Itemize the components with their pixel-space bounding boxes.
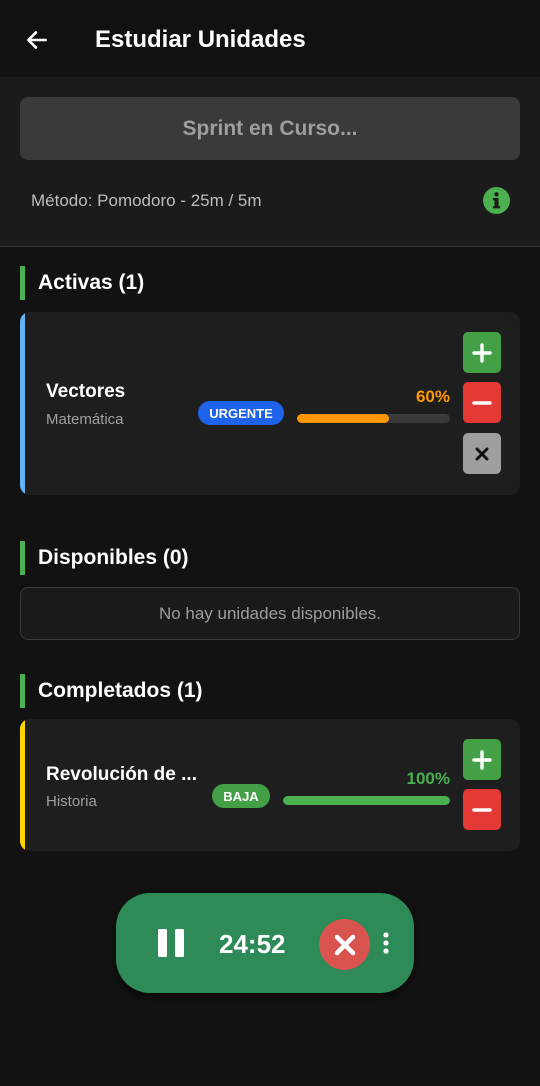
more-vertical-icon[interactable] [382,931,390,955]
section-header-active: Activas (1) [20,266,144,300]
app-bar: Estudiar Unidades [0,0,540,77]
decrease-progress-button[interactable] [463,789,501,830]
decrease-progress-button[interactable] [463,382,501,423]
section-title-active: Activas (1) [38,271,145,294]
info-icon[interactable] [483,187,510,214]
plus-icon [472,342,492,363]
unit-subject: Matemática [46,411,124,428]
card-accent [20,719,25,851]
progress-percent: 100% [406,769,450,788]
timer-display: 24:52 [219,929,286,959]
plus-icon [472,749,492,770]
section-header-available: Disponibles (0) [20,541,189,575]
empty-state-message: No hay unidades disponibles. [20,587,520,640]
section-accent-bar [20,266,25,300]
minus-icon [472,400,492,405]
method-label: Método: Pomodoro - 25m / 5m [31,191,262,210]
increase-progress-button[interactable] [463,332,501,373]
card-accent [20,312,25,495]
progress-bar [283,796,450,805]
priority-badge: BAJA [212,784,270,808]
section-accent-bar [20,541,25,575]
remove-unit-button[interactable] [463,433,501,474]
unit-name: Revolución de ... [46,764,197,785]
sprint-panel: Sprint en Curso... Método: Pomodoro - 25… [0,77,540,247]
stop-timer-button[interactable] [319,919,370,970]
minus-icon [472,807,492,812]
page-title: Estudiar Unidades [95,26,306,53]
x-icon [475,447,489,460]
timer-controls: 24:52 [116,893,414,993]
unit-subject: Historia [46,793,97,810]
unit-card-completed[interactable]: Revolución de ... Historia BAJA 100% [20,719,520,851]
x-icon [334,934,355,955]
progress-percent: 60% [415,387,450,406]
pause-icon[interactable] [156,929,186,957]
increase-progress-button[interactable] [463,739,501,780]
back-arrow-icon[interactable] [24,27,50,53]
progress-bar [297,414,450,423]
section-accent-bar [20,674,25,708]
unit-name: Vectores [46,381,126,402]
section-header-completed: Completados (1) [20,674,203,708]
section-title-completed: Completados (1) [38,679,203,702]
section-title-available: Disponibles (0) [38,546,189,569]
progress-fill [283,796,450,805]
sprint-status-button[interactable]: Sprint en Curso... [20,97,520,160]
priority-badge: URGENTE [198,401,284,425]
unit-card-active[interactable]: Vectores Matemática URGENTE 60% [20,312,520,495]
progress-fill [297,414,389,423]
